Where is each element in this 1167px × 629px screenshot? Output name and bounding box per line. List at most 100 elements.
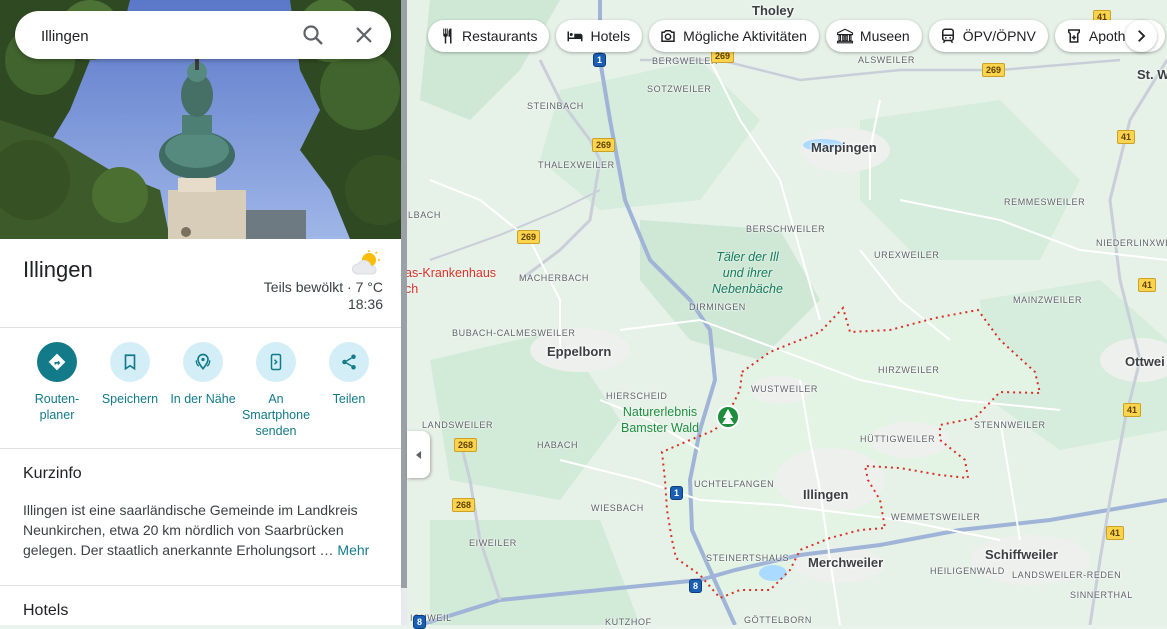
road-shield: 268 bbox=[454, 438, 478, 452]
map-label-merchweiler[interactable]: Merchweiler bbox=[808, 555, 883, 570]
road-shield: 41 bbox=[1106, 526, 1125, 540]
map-label-habach[interactable]: HABACH bbox=[537, 440, 578, 450]
map-label-thalexweiler[interactable]: THALEXWEILER bbox=[538, 160, 615, 170]
map-label-steinbach[interactable]: STEINBACH bbox=[527, 101, 584, 111]
partly-cloudy-icon bbox=[351, 250, 380, 275]
map-label-urexweiler[interactable]: UREXWEILER bbox=[874, 250, 940, 260]
road-shield: 41 bbox=[1123, 403, 1142, 417]
map-label-heiligenwald[interactable]: HEILIGENWALD bbox=[930, 566, 1005, 576]
map-label-lbach[interactable]: LBACH bbox=[408, 210, 441, 220]
action-label: Speichern bbox=[101, 392, 159, 406]
map-label-wustweiler[interactable]: WUSTWEILER bbox=[751, 384, 818, 394]
collapse-panel-button[interactable] bbox=[407, 431, 430, 478]
map-label-landsweiler-reden[interactable]: LANDSWEILER-REDEN bbox=[1012, 570, 1121, 580]
map-label-wemmetsweiler[interactable]: WEMMETSWEILER bbox=[891, 512, 980, 522]
map-label-eiweiler[interactable]: EIWEILER bbox=[469, 538, 517, 548]
map-label-park-ill[interactable]: Täler der Ill und ihrer Nebenbäche bbox=[712, 249, 783, 297]
bookmark-icon bbox=[110, 342, 150, 382]
chip-label: Hotels bbox=[590, 28, 631, 44]
map-label-macherbach[interactable]: MACHERBACH bbox=[519, 273, 589, 283]
weather-description: Teils bewölkt · 7 °C bbox=[263, 279, 383, 295]
search-icon bbox=[303, 25, 323, 45]
road-shield-motorway: 1 bbox=[593, 53, 607, 67]
road-shield-motorway: 8 bbox=[689, 579, 703, 593]
hotels-heading: Hotels bbox=[23, 602, 69, 619]
directions-icon bbox=[37, 342, 77, 382]
directions-button[interactable]: Routen- planer bbox=[21, 341, 93, 423]
place-title: Illingen bbox=[23, 257, 93, 282]
map-label-tholey[interactable]: Tholey bbox=[752, 3, 794, 18]
map-label-hirzweiler[interactable]: HIRZWEILER bbox=[878, 365, 940, 375]
clear-search-button[interactable] bbox=[352, 23, 376, 47]
chip-restaurants[interactable]: Restaurants bbox=[428, 20, 550, 52]
map-label-sinnerthal[interactable]: SINNERTHAL bbox=[1070, 590, 1133, 600]
map-label-marpingen[interactable]: Marpingen bbox=[811, 140, 877, 155]
chip-hotels[interactable]: Hotels bbox=[556, 20, 643, 52]
share-icon bbox=[329, 342, 369, 382]
map-label-mainzweiler[interactable]: MAINZWEILER bbox=[1013, 295, 1082, 305]
map-label-berschweiler[interactable]: BERSCHWEILER bbox=[746, 224, 825, 234]
weather-time: 18:36 bbox=[347, 296, 383, 312]
hotel-icon bbox=[567, 31, 583, 42]
map-label-remmesweiler[interactable]: REMMESWEILER bbox=[1004, 197, 1085, 207]
map-label-goettelborn[interactable]: GÖTTELBORN bbox=[744, 615, 812, 625]
action-label: Teilen bbox=[332, 392, 366, 406]
restaurant-icon bbox=[443, 28, 452, 44]
map-label-ottweiler[interactable]: Ottwei bbox=[1125, 354, 1165, 369]
place-panel: Illingen Teils bewölkt · 7 °C 18:36 Rout… bbox=[0, 0, 401, 625]
search-input[interactable] bbox=[39, 11, 283, 61]
nearby-button[interactable]: In der Nähe bbox=[167, 341, 239, 407]
panel-scrollbar-thumb[interactable] bbox=[401, 0, 407, 588]
kurzinfo-body: Illingen ist eine saarländische Gemeinde… bbox=[23, 502, 358, 558]
map-label-dirmingen[interactable]: DIRMINGEN bbox=[689, 302, 746, 312]
send-to-phone-icon bbox=[256, 342, 296, 382]
more-link[interactable]: Mehr bbox=[337, 542, 369, 558]
save-button[interactable]: Speichern bbox=[94, 341, 166, 407]
map-label-bubach[interactable]: BUBACH-CALMESWEILER bbox=[452, 328, 575, 338]
action-label: An Smartphone senden bbox=[241, 392, 311, 438]
map-label-illingen[interactable]: Illingen bbox=[803, 487, 849, 502]
chip-label: Restaurants bbox=[462, 28, 538, 44]
map-label-st-wendel[interactable]: St. W bbox=[1137, 67, 1167, 82]
divider bbox=[0, 448, 401, 449]
chevron-right-icon bbox=[1138, 30, 1146, 42]
map-label-sotzweiler[interactable]: SOTZWEILER bbox=[647, 84, 712, 94]
chip-activities[interactable]: Mögliche Aktivitäten bbox=[649, 20, 819, 52]
action-label: In der Nähe bbox=[170, 392, 236, 406]
divider bbox=[0, 585, 401, 586]
transit-icon bbox=[941, 28, 954, 44]
map-label-niederlinxweiler[interactable]: NIEDERLINXWEI bbox=[1096, 238, 1167, 248]
nearby-icon bbox=[183, 342, 223, 382]
road-shield-motorway: 1 bbox=[670, 486, 684, 500]
map-label-bergweiler[interactable]: BERGWEILER bbox=[652, 56, 718, 66]
road-shield: 268 bbox=[452, 498, 476, 512]
map-label-park-bamster[interactable]: Naturerlebnis Bamster Wald bbox=[621, 404, 699, 436]
search-box bbox=[15, 11, 391, 61]
map-label-uchtelfangen[interactable]: UCHTELFANGEN bbox=[694, 479, 774, 489]
kurzinfo-heading: Kurzinfo bbox=[23, 465, 82, 482]
map-label-kutzhof[interactable]: KUTZHOF bbox=[605, 617, 652, 627]
map-label-hierscheid[interactable]: HIERSCHEID bbox=[606, 391, 668, 401]
map-label-huettigweiler[interactable]: HÜTTIGWEILER bbox=[860, 434, 935, 444]
map-label-hospital[interactable]: as-Krankenhaus ch bbox=[405, 265, 496, 297]
map-label-wiesbach[interactable]: WIESBACH bbox=[591, 503, 644, 513]
map-label-alsweiler[interactable]: ALSWEILER bbox=[858, 55, 915, 65]
category-chips: Restaurants Hotels Mögliche Aktivitäten … bbox=[428, 20, 1165, 52]
chip-transit[interactable]: ÖPV/ÖPNV bbox=[928, 20, 1048, 52]
chip-label: Museen bbox=[859, 28, 910, 44]
map-label-schiffweiler[interactable]: Schiffweiler bbox=[985, 547, 1058, 562]
share-button[interactable]: Teilen bbox=[313, 341, 385, 407]
chip-museums[interactable]: Museen bbox=[825, 20, 922, 52]
road-shield: 41 bbox=[1117, 130, 1136, 144]
search-button[interactable] bbox=[301, 23, 325, 47]
map-label-eppelborn[interactable]: Eppelborn bbox=[547, 344, 611, 359]
map-label-stennweiler[interactable]: STENNWEILER bbox=[974, 420, 1046, 430]
map-label-steinertshaus[interactable]: STEINERTSHAUS bbox=[706, 553, 789, 563]
divider bbox=[0, 327, 401, 328]
chips-scroll-right-button[interactable] bbox=[1125, 20, 1157, 52]
chip-label: ÖPV/ÖPNV bbox=[962, 28, 1036, 44]
road-shield: 269 bbox=[982, 63, 1006, 77]
map-label-landsweiler[interactable]: LANDSWEILER bbox=[422, 420, 493, 430]
send-to-phone-button[interactable]: An Smartphone senden bbox=[240, 341, 312, 439]
camera-icon bbox=[661, 30, 675, 42]
